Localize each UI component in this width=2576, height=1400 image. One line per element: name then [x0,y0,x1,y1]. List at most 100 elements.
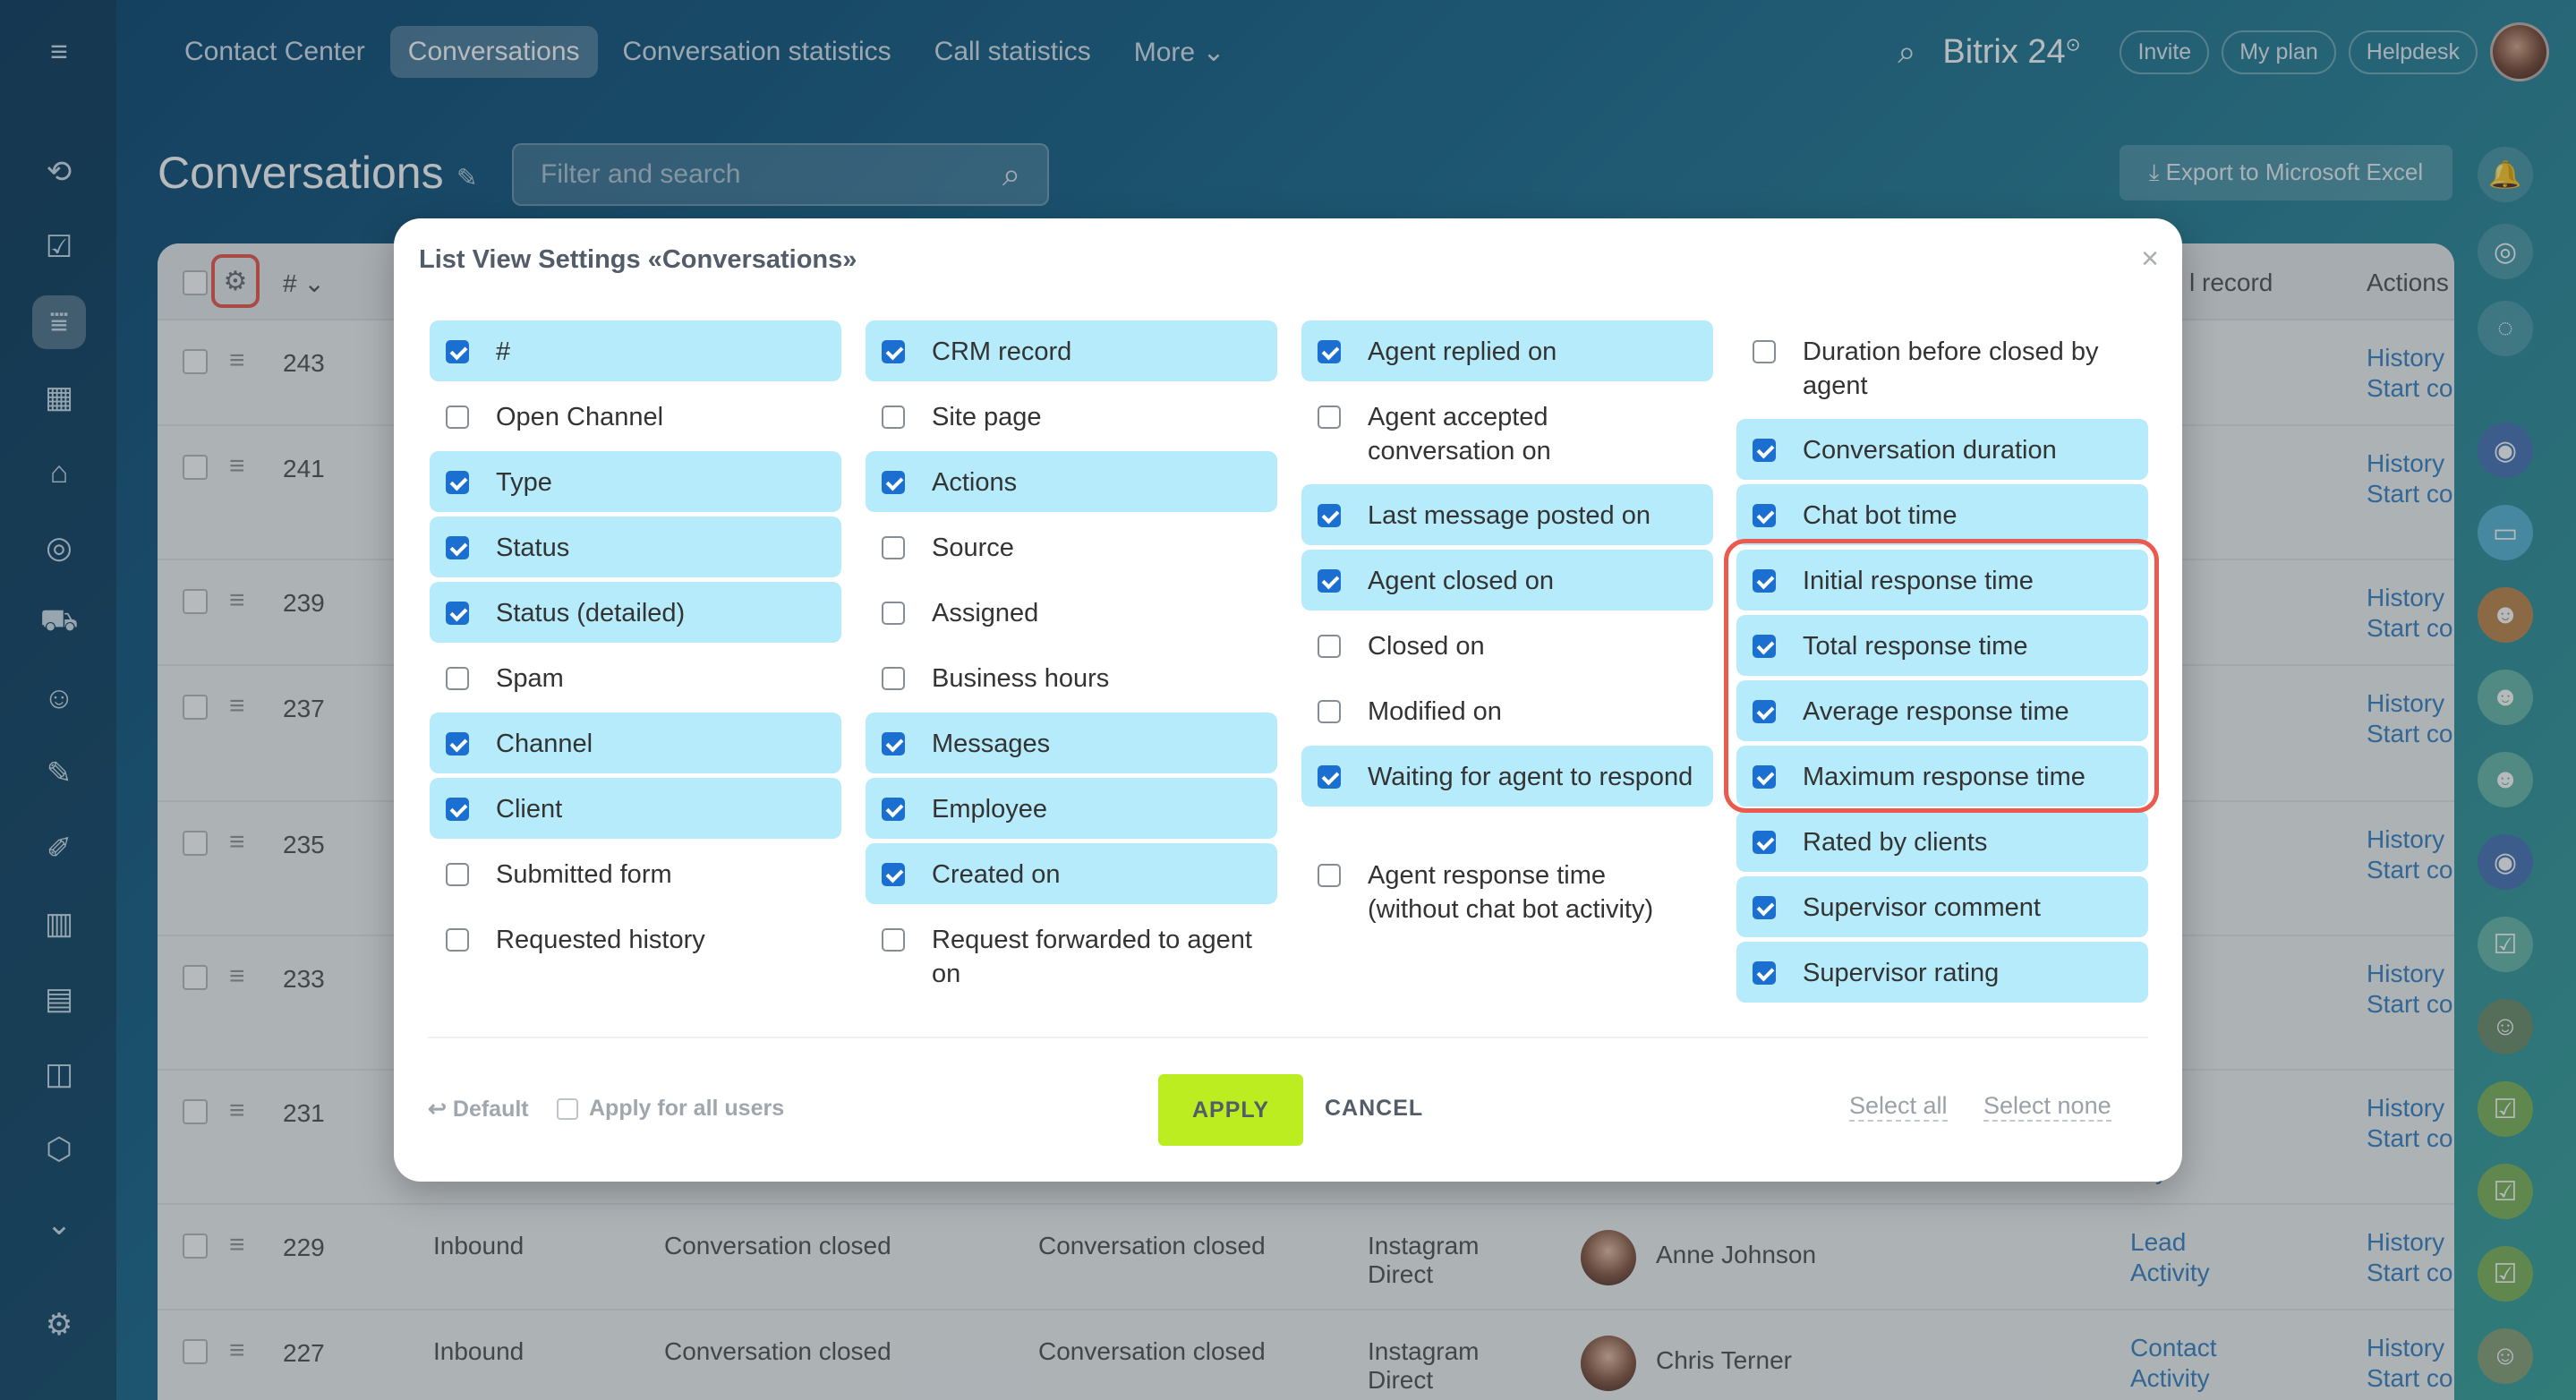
response-time-highlight [1724,539,2159,813]
apply-button[interactable]: APPLY [1158,1074,1303,1146]
option-crm-record[interactable]: CRM record [866,320,1277,381]
option-status[interactable]: Status [430,516,841,577]
checkbox[interactable] [882,536,905,559]
option-assigned[interactable]: Assigned [866,582,1277,643]
option-label: Messages [932,730,1051,758]
option-label: Agent accepted conversation on [1368,403,1551,465]
checkbox[interactable] [1753,340,1776,363]
option-duration-before-closed[interactable]: Duration before closed by agent [1736,320,2148,415]
option-label: Type [496,468,552,497]
option-channel[interactable]: Channel [430,713,841,773]
apply-all-label: Apply for all users [589,1096,785,1121]
checkbox[interactable] [1318,569,1341,593]
option-label: Duration before closed by agent [1803,337,2099,400]
option-label: Supervisor comment [1803,893,2041,922]
checkbox[interactable] [446,471,469,494]
option-request-forwarded[interactable]: Request forwarded to agent on [866,909,1277,1003]
checkbox[interactable] [1753,896,1776,919]
checkbox[interactable] [1753,831,1776,854]
checkbox[interactable] [446,536,469,559]
option-label: Request forwarded to agent on [932,926,1252,988]
checkbox[interactable] [557,1097,578,1120]
checkbox[interactable] [1318,635,1341,658]
option-agent-accepted-on[interactable]: Agent accepted conversation on [1301,386,1713,481]
option-hash[interactable]: # [430,320,841,381]
option-client[interactable]: Client [430,778,841,839]
option-actions[interactable]: Actions [866,451,1277,512]
checkbox[interactable] [1318,504,1341,527]
option-site-page[interactable]: Site page [866,386,1277,447]
checkbox[interactable] [1318,864,1341,887]
option-employee[interactable]: Employee [866,778,1277,839]
checkbox[interactable] [446,340,469,363]
checkbox[interactable] [882,471,905,494]
cancel-button[interactable]: CANCEL [1325,1096,1423,1122]
checkbox[interactable] [882,602,905,625]
option-label: Channel [496,730,593,758]
close-icon[interactable]: × [2141,242,2159,277]
checkbox[interactable] [446,928,469,952]
checkbox[interactable] [882,405,905,429]
option-label: Site page [932,403,1042,431]
checkbox[interactable] [446,732,469,755]
option-status-detailed[interactable]: Status (detailed) [430,582,841,643]
option-type[interactable]: Type [430,451,841,512]
option-conversation-duration[interactable]: Conversation duration [1736,419,2148,480]
checkbox[interactable] [446,405,469,429]
apply-for-all-users-checkbox[interactable]: Apply for all users [557,1096,784,1122]
option-agent-replied-on[interactable]: Agent replied on [1301,320,1713,381]
option-label: Open Channel [496,403,664,431]
option-label: # [496,337,511,366]
option-closed-on[interactable]: Closed on [1301,615,1713,676]
default-link[interactable]: ↩ Default [428,1096,529,1123]
option-submitted-form[interactable]: Submitted form [430,843,841,904]
checkbox[interactable] [882,340,905,363]
option-waiting-for-agent[interactable]: Waiting for agent to respond [1301,746,1713,807]
option-label: Created on [932,860,1061,889]
option-label: Submitted form [496,860,672,889]
option-open-channel[interactable]: Open Channel [430,386,841,447]
option-label: Agent response time (without chat bot ac… [1368,861,1654,924]
option-label: Business hours [932,664,1110,693]
checkbox[interactable] [882,863,905,886]
option-messages[interactable]: Messages [866,713,1277,773]
option-business-hours[interactable]: Business hours [866,647,1277,708]
option-label: Last message posted on [1368,501,1651,530]
checkbox[interactable] [1318,765,1341,789]
checkbox[interactable] [446,667,469,690]
checkbox[interactable] [1753,439,1776,462]
option-chat-bot-time[interactable]: Chat bot time [1736,484,2148,545]
list-view-settings-dialog: List View Settings «Conversations» × # O… [394,218,2182,1182]
option-label: Closed on [1368,632,1485,661]
checkbox[interactable] [446,863,469,886]
checkbox[interactable] [1753,961,1776,985]
option-label: Agent closed on [1368,567,1554,595]
option-label: Status [496,534,570,562]
option-supervisor-rating[interactable]: Supervisor rating [1736,942,2148,1003]
checkbox[interactable] [1318,405,1341,429]
option-label: Modified on [1368,697,1502,726]
checkbox[interactable] [882,928,905,952]
option-agent-response-time[interactable]: Agent response time (without chat bot ac… [1301,844,1713,939]
checkbox[interactable] [882,667,905,690]
option-source[interactable]: Source [866,516,1277,577]
checkbox[interactable] [1318,340,1341,363]
checkbox[interactable] [446,798,469,821]
option-supervisor-comment[interactable]: Supervisor comment [1736,876,2148,937]
option-rated-by-clients[interactable]: Rated by clients [1736,811,2148,872]
select-all-link[interactable]: Select all [1849,1092,1948,1122]
option-requested-history[interactable]: Requested history [430,909,841,969]
option-created-on[interactable]: Created on [866,843,1277,904]
checkbox[interactable] [446,602,469,625]
option-last-message-posted-on[interactable]: Last message posted on [1301,484,1713,545]
option-label: CRM record [932,337,1072,366]
select-none-link[interactable]: Select none [1983,1092,2111,1122]
option-label: Requested history [496,926,705,954]
checkbox[interactable] [1753,504,1776,527]
checkbox[interactable] [1318,700,1341,723]
option-spam[interactable]: Spam [430,647,841,708]
checkbox[interactable] [882,798,905,821]
option-agent-closed-on[interactable]: Agent closed on [1301,550,1713,610]
option-modified-on[interactable]: Modified on [1301,680,1713,741]
checkbox[interactable] [882,732,905,755]
